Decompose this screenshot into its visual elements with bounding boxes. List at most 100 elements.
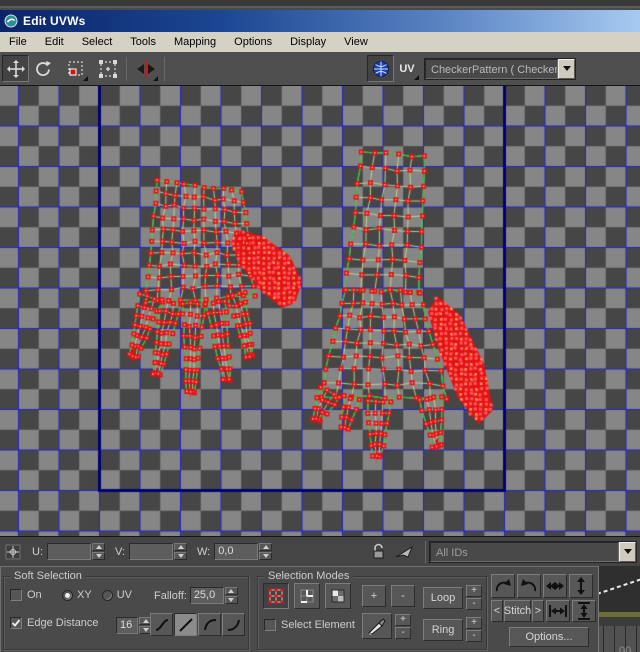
vertex-mode-button[interactable] xyxy=(263,583,289,609)
slow-out-curve-icon xyxy=(203,618,216,630)
ring-label: Ring xyxy=(431,623,455,636)
texture-dropdown-value: CheckerPattern ( Checker ) xyxy=(425,58,558,79)
linear-curve-icon xyxy=(178,617,193,632)
freeform-mode-button[interactable] xyxy=(94,55,121,82)
falloff-slow-out-button[interactable] xyxy=(198,613,221,636)
rotate-button[interactable] xyxy=(29,55,56,82)
u-input[interactable] xyxy=(47,543,91,560)
id-filter-dropdown[interactable]: All IDs xyxy=(429,540,637,563)
ruler-number: 00 xyxy=(619,645,632,652)
shrink-selection-button[interactable]: - xyxy=(391,585,415,607)
chevron-down-icon xyxy=(623,549,632,554)
horizontal-arrow-icon xyxy=(546,582,564,590)
falloff-spinner[interactable] xyxy=(224,587,238,604)
stitch-prev-label: < xyxy=(493,605,501,617)
status-bar: U: V: W: 0,0 All IDs xyxy=(0,536,640,566)
stitch-prev-button[interactable]: < xyxy=(491,600,503,622)
ring-button[interactable]: Ring xyxy=(423,618,463,641)
app-icon xyxy=(4,14,18,28)
w-spinner[interactable] xyxy=(259,543,273,560)
xy-radio[interactable] xyxy=(62,589,73,601)
menu-tools[interactable]: Tools xyxy=(121,34,165,50)
u-label: U: xyxy=(32,545,43,558)
menu-edit[interactable]: Edit xyxy=(36,34,73,50)
grow-selection-button[interactable]: + xyxy=(362,585,386,607)
toolbar-separator xyxy=(164,56,165,81)
stitch-button[interactable]: Stitch xyxy=(504,600,531,622)
v-input[interactable] xyxy=(129,543,173,560)
edge-distance-checkbox[interactable] xyxy=(10,617,22,629)
v-spinner[interactable] xyxy=(174,543,187,560)
show-map-button[interactable] xyxy=(367,55,394,82)
uvw-channel-button[interactable]: UV xyxy=(394,57,420,81)
mirror-horizontal-button[interactable] xyxy=(543,574,567,598)
falloff-label: Falloff: xyxy=(154,589,187,602)
paint-select-button[interactable] xyxy=(362,613,392,639)
menu-options[interactable]: Options xyxy=(225,34,281,50)
u-spinner[interactable] xyxy=(92,543,105,560)
lock-selection-icon[interactable] xyxy=(371,543,386,560)
stitch-next-button[interactable]: > xyxy=(532,600,544,622)
rotate-ccw-icon xyxy=(495,579,511,592)
title-bar[interactable]: Edit UVWs xyxy=(0,10,640,32)
window-title: Edit UVWs xyxy=(23,14,86,28)
chevron-down-icon xyxy=(562,66,571,71)
w-input[interactable]: 0,0 xyxy=(214,543,259,560)
menu-display[interactable]: Display xyxy=(281,34,335,50)
absolute-offset-toggle[interactable] xyxy=(4,543,22,561)
radio-dot xyxy=(65,592,70,598)
paint-select-spinner[interactable]: + - xyxy=(395,613,411,639)
texture-dropdown[interactable]: CheckerPattern ( Checker ) xyxy=(424,57,576,80)
uv-editor-canvas[interactable] xyxy=(0,86,640,536)
edge-distance-input[interactable]: 16 xyxy=(116,617,138,634)
globe-icon xyxy=(372,60,389,77)
fast-out-curve-icon xyxy=(227,619,240,631)
background-window-fragment: 00 xyxy=(599,566,640,652)
flyout-indicator xyxy=(153,76,158,81)
menu-mapping[interactable]: Mapping xyxy=(165,34,225,50)
face-mode-icon xyxy=(331,589,345,603)
edge-mode-button[interactable] xyxy=(294,583,320,609)
menu-select[interactable]: Select xyxy=(73,34,122,50)
background-ruler: 00 xyxy=(599,626,640,652)
align-horizontal-button[interactable] xyxy=(546,600,570,622)
stitch-next-label: > xyxy=(534,605,542,617)
falloff-input[interactable]: 25,0 xyxy=(189,587,224,604)
falloff-smooth-button[interactable] xyxy=(150,613,173,636)
menu-view[interactable]: View xyxy=(335,34,377,50)
ring-spinner[interactable]: + - xyxy=(466,617,482,642)
loop-label: Loop xyxy=(430,591,456,604)
menu-file[interactable]: File xyxy=(0,34,36,50)
falloff-fast-out-button[interactable] xyxy=(222,613,245,636)
rotate-icon xyxy=(35,60,51,76)
texture-dropdown-arrow[interactable] xyxy=(558,58,575,79)
id-filter-arrow[interactable] xyxy=(619,541,636,562)
check-icon xyxy=(11,619,21,627)
soft-selection-group: Soft Selection On XY UV Falloff: 25,0 Ed… xyxy=(3,570,249,650)
uv-label: UV xyxy=(116,589,132,601)
selection-modes-title: Selection Modes xyxy=(264,570,354,582)
loop-spinner[interactable]: + - xyxy=(466,585,482,610)
paint-brush-icon xyxy=(368,618,386,635)
rotate-cw-button[interactable] xyxy=(517,574,541,598)
id-filter-value: All IDs xyxy=(430,541,619,562)
falloff-linear-button[interactable] xyxy=(174,613,197,636)
select-element-checkbox[interactable] xyxy=(264,619,276,631)
uv-radio[interactable] xyxy=(101,589,113,601)
background-strip xyxy=(599,617,640,626)
soft-selection-on-checkbox[interactable] xyxy=(10,589,22,601)
mirror-vertical-button[interactable] xyxy=(569,574,593,598)
options-button[interactable]: Options... xyxy=(509,627,589,647)
freeform-mode-icon xyxy=(98,59,117,78)
select-element-label: Select Element xyxy=(281,619,355,631)
mirror-button[interactable] xyxy=(132,55,159,82)
align-horizontal-icon xyxy=(549,605,567,617)
filter-selected-faces-icon[interactable] xyxy=(394,544,416,560)
xy-label: XY xyxy=(77,589,92,601)
loop-button[interactable]: Loop xyxy=(423,586,463,609)
rotate-ccw-button[interactable] xyxy=(491,574,515,598)
move-button[interactable] xyxy=(2,55,29,82)
scale-button[interactable] xyxy=(62,55,89,82)
align-vertical-button[interactable] xyxy=(572,600,596,622)
face-mode-button[interactable] xyxy=(325,583,351,609)
